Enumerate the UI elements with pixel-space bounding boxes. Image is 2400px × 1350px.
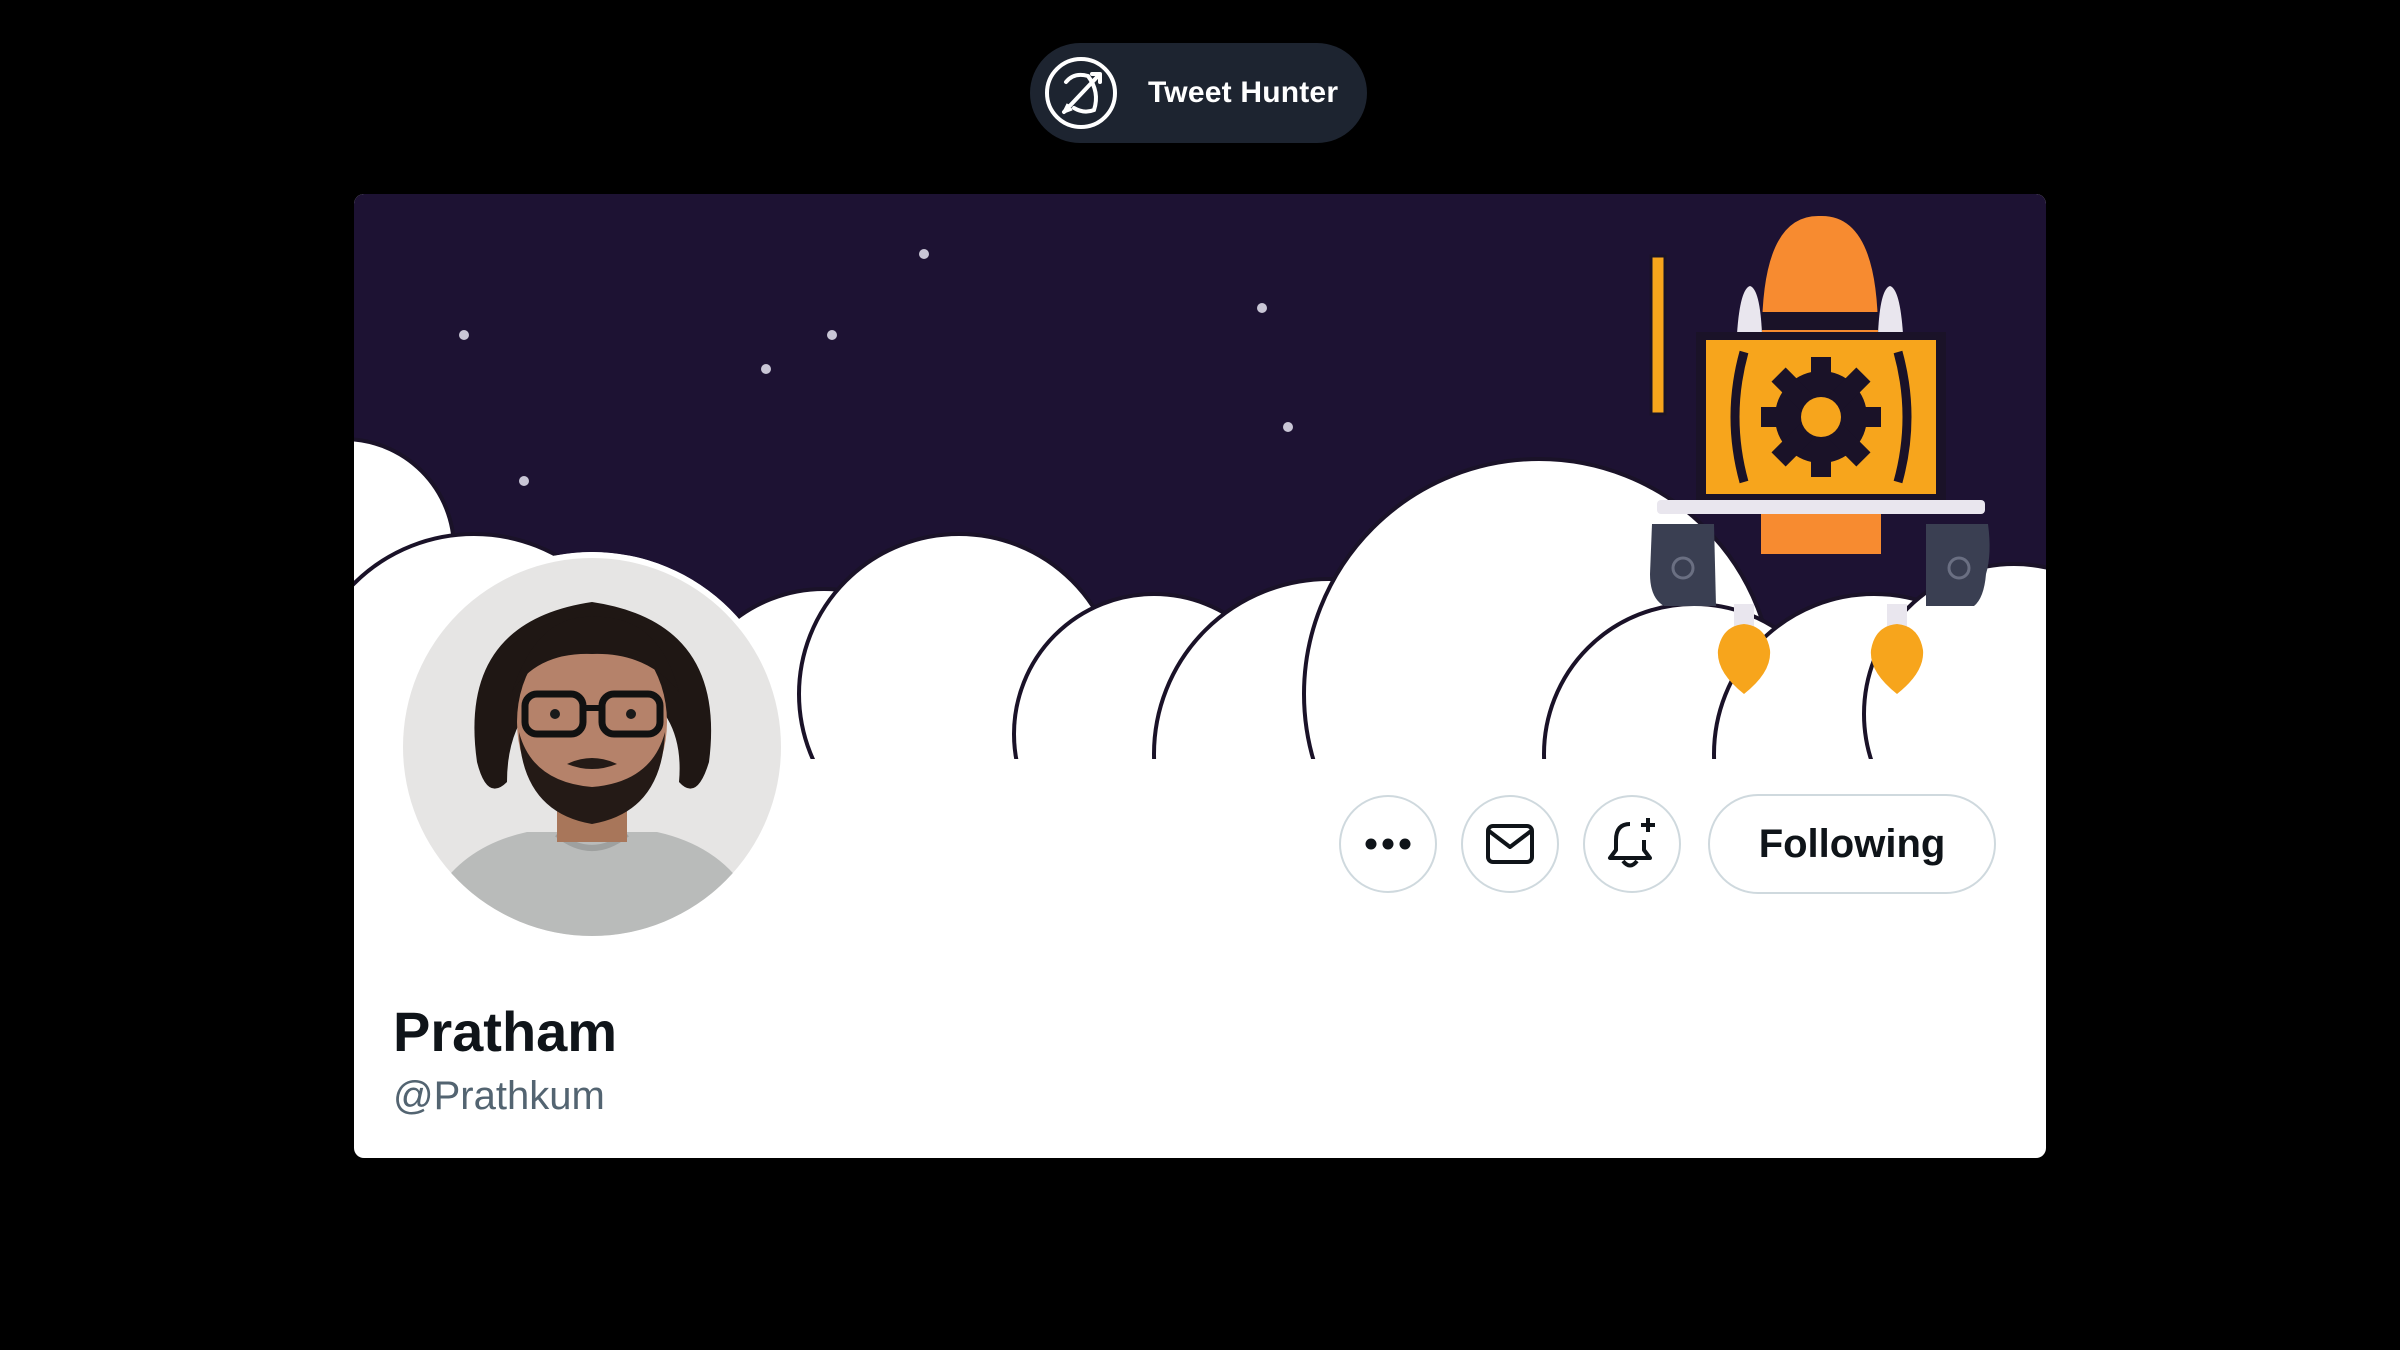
profile-avatar[interactable] <box>397 552 787 942</box>
message-button[interactable] <box>1461 795 1559 893</box>
bell-plus-icon <box>1608 818 1655 868</box>
tweet-hunter-badge: Tweet Hunter <box>1030 43 1367 143</box>
bow-and-arrow-icon <box>1044 56 1118 130</box>
envelope-icon <box>1486 824 1534 864</box>
profile-actions: Following <box>1339 794 1996 894</box>
more-horizontal-icon <box>1365 838 1411 850</box>
user-handle: @Prathkum <box>393 1074 605 1118</box>
notifications-button[interactable] <box>1583 795 1681 893</box>
profile-card: Following Pratham @Prathkum <box>354 194 2046 1158</box>
display-name: Pratham <box>393 1000 618 1063</box>
following-button[interactable]: Following <box>1708 794 1996 894</box>
brand-name: Tweet Hunter <box>1148 76 1339 109</box>
more-button[interactable] <box>1339 795 1437 893</box>
